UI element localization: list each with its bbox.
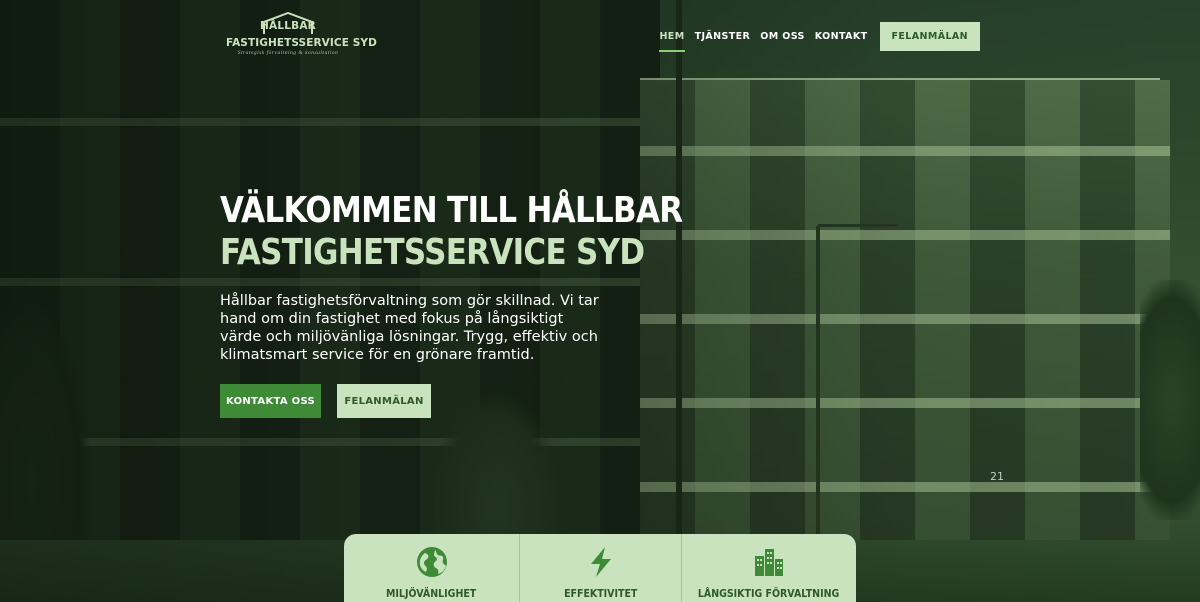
nav-item-hem[interactable]: HEM <box>659 23 685 52</box>
hero-title-line2: FASTIGHETSSERVICE SYD <box>220 232 645 273</box>
logo-name: HÅLLBAR <box>260 20 316 32</box>
hero-description: Hållbar fastighetsförvaltning som gör sk… <box>220 293 599 363</box>
logo[interactable]: HÅLLBAR FASTIGHETSSERVICE SYD Strategisk… <box>226 12 377 56</box>
globe-icon <box>416 547 447 577</box>
nav-item-tjanster[interactable]: TJÄNSTER <box>695 23 751 50</box>
hero-buttons: KONTAKTA OSS FELANMÄLAN <box>220 384 620 418</box>
contact-button[interactable]: KONTAKTA OSS <box>220 384 321 418</box>
feature-label: MILJÖVÄNLIGHET <box>386 588 477 600</box>
features-card: MILJÖVÄNLIGHET EFFEKTIVITET LÅNGSIKTIG F… <box>344 534 856 602</box>
feature-langsiktig-forvaltning[interactable]: LÅNGSIKTIG FÖRVALTNING <box>681 534 856 602</box>
hero-title-line1: VÄLKOMMEN TILL HÅLLBAR <box>220 190 683 231</box>
logo-subtitle: FASTIGHETSSERVICE SYD <box>226 37 377 49</box>
feature-label: LÅNGSIKTIG FÖRVALTNING <box>698 588 840 600</box>
main-nav: HEM TJÄNSTER OM OSS KONTAKT FELANMÄLAN <box>659 22 980 52</box>
lightning-icon <box>590 547 611 577</box>
hero-content: VÄLKOMMEN TILL HÅLLBAR FASTIGHETSSERVICE… <box>220 190 683 418</box>
nav-item-kontakt[interactable]: KONTAKT <box>815 23 868 50</box>
nav-felanmalan-button[interactable]: FELANMÄLAN <box>879 22 980 51</box>
feature-miljovanlighet[interactable]: MILJÖVÄNLIGHET <box>344 534 519 602</box>
hero-title: VÄLKOMMEN TILL HÅLLBAR FASTIGHETSSERVICE… <box>220 190 683 274</box>
city-icon <box>755 549 783 576</box>
feature-effektivitet[interactable]: EFFEKTIVITET <box>519 534 681 602</box>
logo-tagline: Strategisk förvaltning & konsultation <box>237 50 339 56</box>
feature-label: EFFEKTIVITET <box>563 588 638 600</box>
nav-item-om-oss[interactable]: OM OSS <box>760 23 805 50</box>
felanmalan-button[interactable]: FELANMÄLAN <box>337 384 431 418</box>
